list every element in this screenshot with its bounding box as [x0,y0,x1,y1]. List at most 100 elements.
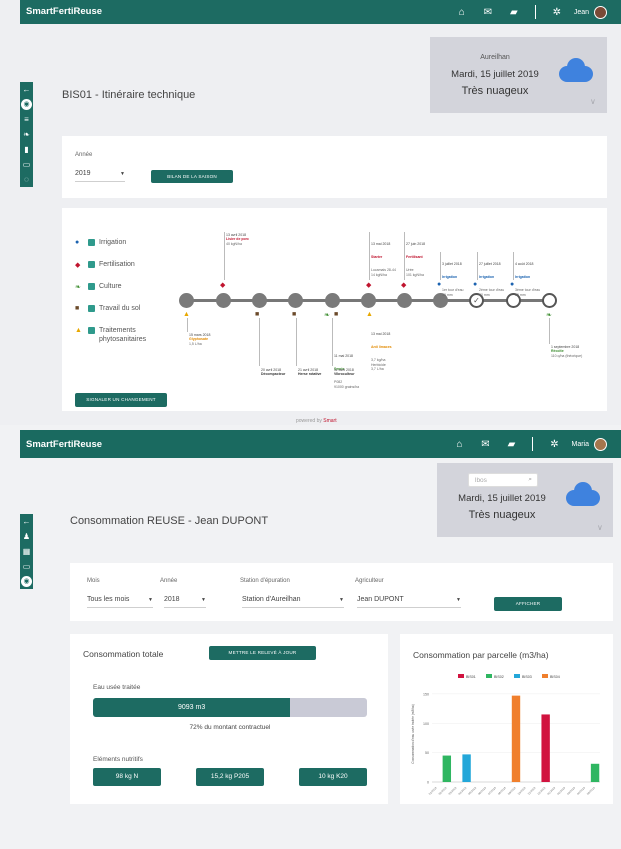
spray-icon: ▲ [183,311,190,318]
timeline-node[interactable] [252,293,267,308]
chat-icon[interactable]: ▰ [498,439,524,450]
event-label[interactable]: 15 mars 2018 Glyphosate 1,5 L/ha [189,333,210,346]
parcel-consumption-card: Consommation par parcelle (m3/ha) BIS01 BI… [400,634,613,804]
checkbox[interactable] [88,239,95,246]
select-value: 2018 [164,596,180,603]
reuse-icon[interactable]: ◌ [20,172,33,187]
event-connector [259,318,260,366]
timeline-node[interactable] [179,293,194,308]
chat-icon[interactable]: ▰ [501,7,527,18]
contract-share-text: 72% du montant contractuel [189,724,271,731]
nutrient-p-badge: 15,2 kg P205 [196,768,264,786]
year-select[interactable]: 2019 ▼ [75,170,125,182]
event-label[interactable]: 13 mai 2018 Starter Lucamais 28-44 14 kg… [371,233,396,286]
tractor-icon: ■ [255,311,260,318]
user-name[interactable]: Jean [574,9,589,16]
search-input[interactable]: lbos ⌕ [468,473,538,487]
timeline-node[interactable] [361,293,376,308]
user-name[interactable]: Maria [571,441,589,448]
grid-icon[interactable]: ▦ [20,544,33,559]
checkbox[interactable] [88,305,95,312]
chevron-down-icon[interactable]: ∨ [597,523,603,532]
event-detail: Urée 101 kgN/ha [406,268,424,277]
reuse-icon[interactable]: ◉ [21,576,32,587]
users-icon[interactable]: ♟ [20,529,33,544]
event-label[interactable]: 4 août 2018 Irrigation 3ème tour d'eau 3… [515,253,540,306]
select-value: Station d'Aureilhan [242,596,301,603]
event-label[interactable]: 21 avril 2018 Herse rotative [298,368,321,377]
drop-icon: ● [75,239,80,246]
timeline-node-open[interactable] [542,293,557,308]
calendar-icon[interactable]: ▭ [20,559,33,574]
legend-entry: BIS02 [494,675,504,679]
timeline-node[interactable] [288,293,303,308]
nutrient-k-badge: 10 kg K20 [299,768,367,786]
event-label[interactable]: 11 avril 2018 Vibroculteur [334,368,355,377]
home-icon[interactable]: ⌂ [449,7,475,18]
checkbox[interactable] [88,283,95,290]
station-select[interactable]: Station d'Aureilhan ▼ [242,596,344,608]
checkbox[interactable] [88,261,95,268]
nutrient-n-badge: 98 kg N [93,768,161,786]
event-connector [187,318,188,332]
event-label[interactable]: 13 mai 2018 Anti limaces 3,7 kg/ha Herbi… [371,323,392,380]
month-select[interactable]: Tous les mois ▼ [87,596,153,608]
avatar[interactable] [594,437,607,451]
event-label[interactable]: 3 juillet 2018 Irrigation 1er tour d'eau… [442,253,464,306]
legend-entry: BIS03 [522,675,532,679]
home-icon[interactable]: ⌂ [446,439,472,450]
arrow-left-icon[interactable]: ← [20,514,33,529]
chevron-down-icon[interactable]: ∨ [590,97,596,106]
y-tick-label: 150 [423,692,429,696]
report-change-button[interactable]: SIGNALER UN CHANGEMENT [75,393,167,407]
cloud-icon [566,482,600,506]
event-date: 27 juillet 2018 [479,261,501,266]
gear-icon[interactable]: ✲ [541,439,567,450]
location-icon[interactable]: ◉ [21,99,32,110]
gear-icon[interactable]: ✲ [544,7,570,18]
sliders-icon[interactable]: ≡ [20,112,33,127]
weather-card: Aureilhan Mardi, 15 juillet 2019 Très nu… [430,37,607,113]
update-reading-button[interactable]: METTRE LE RELEVÉ À JOUR [209,646,316,660]
timeline-node[interactable] [325,293,340,308]
leaf-icon: ❧ [75,284,81,291]
event-date: 13 mai 2018 [371,241,391,246]
event-label[interactable]: 13 avril 2018 Lisier de porc 40 kgN/ha [226,233,249,246]
footer-brand[interactable]: Smart [323,418,336,424]
calendar-icon[interactable]: ▭ [20,157,33,172]
checkbox[interactable] [88,327,95,334]
timeline-node[interactable] [397,293,412,308]
leaf-icon[interactable]: ❧ [20,127,33,142]
legend-swatch [542,674,548,678]
legend-entry: BIS01 [466,675,476,679]
show-button[interactable]: AFFICHER [494,597,562,611]
spray-icon: ▲ [366,311,373,318]
chart-title: Consommation par parcelle (m3/ha) [413,650,549,660]
brand-logo[interactable]: SmartFertiReuse [26,6,102,17]
arrow-left-icon[interactable]: ← [20,82,33,97]
avatar[interactable] [594,5,607,19]
event-label[interactable]: 27 juin 2018 Fertilisant Urée 101 kgN/ha [406,233,425,286]
x-tick-label: 08/2018 [497,786,507,796]
bar [590,763,600,782]
treated-water-value: 9093 m3 [178,704,206,711]
y-tick-label: 50 [425,751,429,755]
nutrients-label: Eléments nutritifs [93,756,143,763]
year-select[interactable]: 2018 ▼ [164,596,206,608]
weather-date: Mardi, 15 juillet 2019 [458,493,546,504]
x-tick-label: 12/2018 [536,786,546,796]
timeline-node[interactable] [216,293,231,308]
event-label[interactable]: 27 juillet 2018 Irrigation 2ème tour d'e… [479,253,504,306]
footer-prefix: powered by [296,418,322,424]
farmer-select[interactable]: Jean DUPONT ▼ [357,596,461,608]
legend-label: Culture [99,283,122,290]
search-icon[interactable]: ⌕ [528,476,532,484]
alert-mail-icon[interactable]: ✉ [472,439,498,450]
chart-icon[interactable]: ▮ [20,142,33,157]
mail-icon[interactable]: ✉ [475,7,501,18]
brand-logo[interactable]: SmartFertiReuse [26,439,102,450]
event-label[interactable]: 1 septembre 2018 Récolte 110 q/ha (théor… [551,345,582,358]
event-label[interactable]: 20 avril 2018 Décompacteur [261,368,285,377]
event-detail: 3,7 kg/ha Herbicide 3,7 L/ha [371,358,386,372]
season-summary-button[interactable]: BILAN DE LA SAISON [151,170,233,183]
